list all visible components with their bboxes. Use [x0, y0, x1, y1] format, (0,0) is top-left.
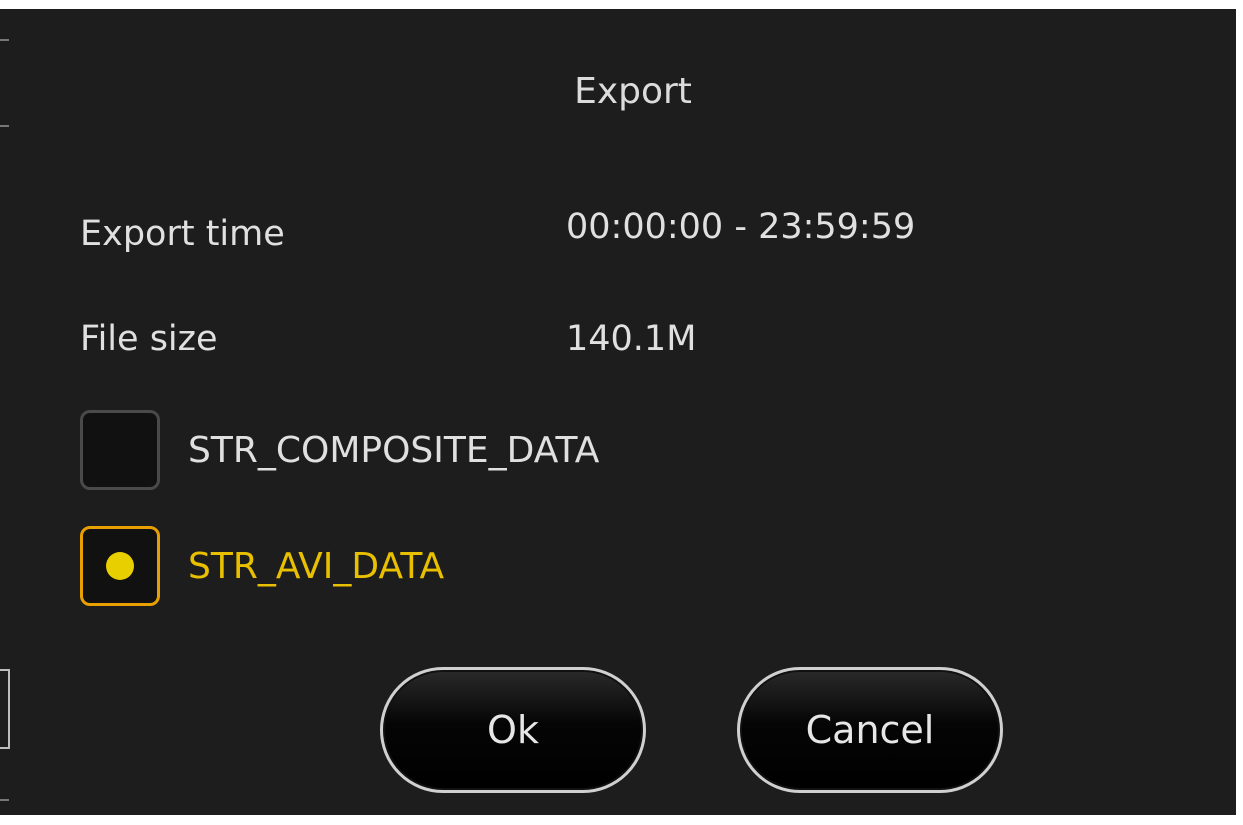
background-edge-bracket	[0, 669, 10, 749]
file-size-value: 140.1M	[566, 319, 697, 359]
option-label: STR_COMPOSITE_DATA	[188, 429, 600, 471]
option-composite-data[interactable]: STR_COMPOSITE_DATA	[80, 407, 599, 493]
export-dialog: Export Export time 00:00:00 - 23:59:59 F…	[0, 9, 1236, 815]
option-checkbox[interactable]	[80, 410, 160, 490]
file-size-label: File size	[80, 319, 218, 359]
dialog-title: Export	[574, 71, 692, 112]
export-time-label: Export time	[80, 214, 285, 254]
background-edge-mark	[0, 799, 9, 801]
background-edge-mark	[0, 39, 9, 41]
selected-dot-icon	[106, 552, 134, 580]
option-avi-data[interactable]: STR_AVI_DATA	[80, 523, 444, 609]
cancel-button[interactable]: Cancel	[737, 667, 1003, 793]
option-label: STR_AVI_DATA	[188, 545, 445, 587]
ok-button[interactable]: Ok	[380, 667, 646, 793]
option-checkbox-selected[interactable]	[80, 526, 160, 606]
background-edge-mark	[0, 125, 9, 127]
export-time-value: 00:00:00 - 23:59:59	[566, 207, 916, 247]
